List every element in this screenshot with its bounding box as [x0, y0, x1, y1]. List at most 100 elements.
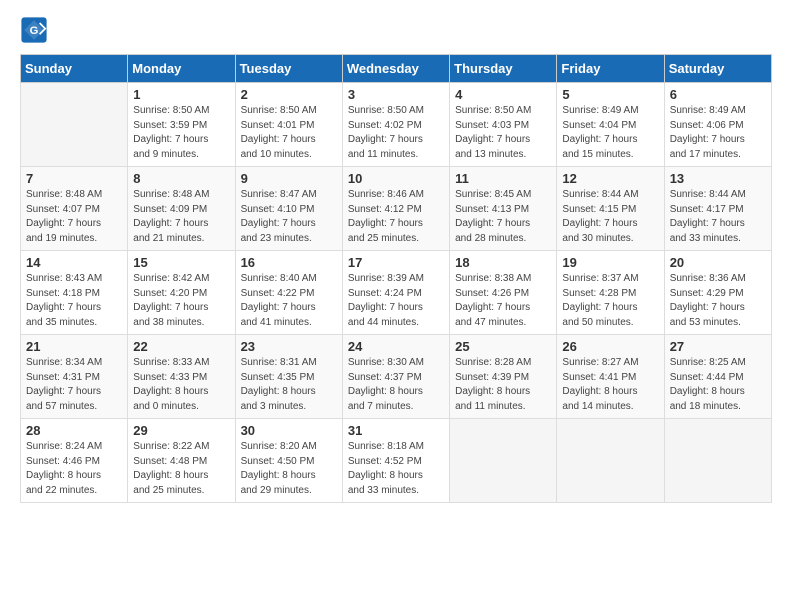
day-number: 10: [348, 171, 444, 186]
day-number: 31: [348, 423, 444, 438]
day-number: 1: [133, 87, 229, 102]
day-info: Sunrise: 8:50 AMSunset: 4:03 PMDaylight:…: [455, 104, 551, 162]
day-cell: 15Sunrise: 8:42 AMSunset: 4:20 PMDayligh…: [128, 251, 235, 335]
day-info: Sunrise: 8:37 AMSunset: 4:28 PMDaylight:…: [562, 272, 658, 330]
day-info: Sunrise: 8:44 AMSunset: 4:15 PMDaylight:…: [562, 188, 658, 246]
day-cell: 11 Sunrise: 8:45 AMSunset: 4:13 PMDayligh…: [450, 167, 557, 251]
day-number: 4: [455, 87, 551, 102]
day-info: Sunrise: 8:46 AMSunset: 4:12 PMDaylight:…: [348, 188, 444, 246]
day-cell: 1 Sunrise: 8:50 AMSunset: 3:59 PMDaylight…: [128, 83, 235, 167]
week-row-1: 1 Sunrise: 8:50 AMSunset: 3:59 PMDaylight…: [21, 83, 772, 167]
day-info: Sunrise: 8:20 AMSunset: 4:50 PMDaylight:…: [241, 440, 337, 498]
day-info: Sunrise: 8:40 AMSunset: 4:22 PMDaylight:…: [241, 272, 337, 330]
day-cell: [21, 83, 128, 167]
day-info: Sunrise: 8:48 AMSunset: 4:09 PMDaylight:…: [133, 188, 229, 246]
day-info: Sunrise: 8:28 AMSunset: 4:39 PMDaylight:…: [455, 356, 551, 414]
day-number: 26: [562, 339, 658, 354]
day-cell: 13Sunrise: 8:44 AMSunset: 4:17 PMDayligh…: [664, 167, 771, 251]
week-row-4: 21 Sunrise: 8:34 AMSunset: 4:31 PMDayligh…: [21, 335, 772, 419]
day-number: 3: [348, 87, 444, 102]
day-number: 18: [455, 255, 551, 270]
day-number: 29: [133, 423, 229, 438]
day-info: Sunrise: 8:22 AMSunset: 4:48 PMDaylight:…: [133, 440, 229, 498]
day-info: Sunrise: 8:47 AMSunset: 4:10 PMDaylight:…: [241, 188, 337, 246]
col-header-saturday: Saturday: [664, 55, 771, 83]
day-number: 28: [26, 423, 122, 438]
day-info: Sunrise: 8:31 AMSunset: 4:35 PMDaylight:…: [241, 356, 337, 414]
day-cell: 19 Sunrise: 8:37 AMSunset: 4:28 PMDayligh…: [557, 251, 664, 335]
day-cell: 2 Sunrise: 8:50 AMSunset: 4:01 PMDaylight…: [235, 83, 342, 167]
day-number: 24: [348, 339, 444, 354]
day-info: Sunrise: 8:43 AMSunset: 4:18 PMDaylight:…: [26, 272, 122, 330]
day-cell: 8Sunrise: 8:48 AMSunset: 4:09 PMDaylight…: [128, 167, 235, 251]
day-info: Sunrise: 8:27 AMSunset: 4:41 PMDaylight:…: [562, 356, 658, 414]
day-cell: [450, 419, 557, 503]
day-info: Sunrise: 8:50 AMSunset: 3:59 PMDaylight:…: [133, 104, 229, 162]
calendar-table: SundayMondayTuesdayWednesdayThursdayFrid…: [20, 54, 772, 503]
day-cell: [664, 419, 771, 503]
col-header-tuesday: Tuesday: [235, 55, 342, 83]
day-number: 6: [670, 87, 766, 102]
day-cell: 23 Sunrise: 8:31 AMSunset: 4:35 PMDayligh…: [235, 335, 342, 419]
day-cell: 27Sunrise: 8:25 AMSunset: 4:44 PMDayligh…: [664, 335, 771, 419]
day-info: Sunrise: 8:33 AMSunset: 4:33 PMDaylight:…: [133, 356, 229, 414]
day-number: 27: [670, 339, 766, 354]
week-row-2: 7 Sunrise: 8:48 AMSunset: 4:07 PMDaylight…: [21, 167, 772, 251]
day-cell: 21 Sunrise: 8:34 AMSunset: 4:31 PMDayligh…: [21, 335, 128, 419]
week-row-5: 28 Sunrise: 8:24 AMSunset: 4:46 PMDayligh…: [21, 419, 772, 503]
day-info: Sunrise: 8:49 AMSunset: 4:06 PMDaylight:…: [670, 104, 766, 162]
day-info: Sunrise: 8:34 AMSunset: 4:31 PMDaylight:…: [26, 356, 122, 414]
day-info: Sunrise: 8:36 AMSunset: 4:29 PMDaylight:…: [670, 272, 766, 330]
day-cell: 30 Sunrise: 8:20 AMSunset: 4:50 PMDayligh…: [235, 419, 342, 503]
header-row: SundayMondayTuesdayWednesdayThursdayFrid…: [21, 55, 772, 83]
day-cell: 25Sunrise: 8:28 AMSunset: 4:39 PMDayligh…: [450, 335, 557, 419]
day-info: Sunrise: 8:50 AMSunset: 4:02 PMDaylight:…: [348, 104, 444, 162]
day-number: 5: [562, 87, 658, 102]
day-number: 12: [562, 171, 658, 186]
day-info: Sunrise: 8:30 AMSunset: 4:37 PMDaylight:…: [348, 356, 444, 414]
day-number: 20: [670, 255, 766, 270]
day-number: 2: [241, 87, 337, 102]
day-cell: 9 Sunrise: 8:47 AMSunset: 4:10 PMDaylight…: [235, 167, 342, 251]
day-cell: 14Sunrise: 8:43 AMSunset: 4:18 PMDayligh…: [21, 251, 128, 335]
day-number: 21: [26, 339, 122, 354]
day-number: 23: [241, 339, 337, 354]
day-number: 22: [133, 339, 229, 354]
day-info: Sunrise: 8:42 AMSunset: 4:20 PMDaylight:…: [133, 272, 229, 330]
day-number: 19: [562, 255, 658, 270]
day-number: 30: [241, 423, 337, 438]
day-info: Sunrise: 8:49 AMSunset: 4:04 PMDaylight:…: [562, 104, 658, 162]
day-cell: 20 Sunrise: 8:36 AMSunset: 4:29 PMDayligh…: [664, 251, 771, 335]
day-info: Sunrise: 8:48 AMSunset: 4:07 PMDaylight:…: [26, 188, 122, 246]
header: G: [20, 16, 772, 44]
day-cell: 31 Sunrise: 8:18 AMSunset: 4:52 PMDayligh…: [342, 419, 449, 503]
day-number: 17: [348, 255, 444, 270]
logo: G: [20, 16, 54, 44]
col-header-friday: Friday: [557, 55, 664, 83]
day-cell: 4 Sunrise: 8:50 AMSunset: 4:03 PMDaylight…: [450, 83, 557, 167]
day-number: 13: [670, 171, 766, 186]
day-cell: 6 Sunrise: 8:49 AMSunset: 4:06 PMDaylight…: [664, 83, 771, 167]
day-cell: 22 Sunrise: 8:33 AMSunset: 4:33 PMDayligh…: [128, 335, 235, 419]
day-number: 9: [241, 171, 337, 186]
day-cell: 24 Sunrise: 8:30 AMSunset: 4:37 PMDayligh…: [342, 335, 449, 419]
page: G SundayMondayTuesdayWednesdayThursdayFr…: [0, 0, 792, 612]
col-header-thursday: Thursday: [450, 55, 557, 83]
day-cell: 17Sunrise: 8:39 AMSunset: 4:24 PMDayligh…: [342, 251, 449, 335]
day-cell: 3 Sunrise: 8:50 AMSunset: 4:02 PMDaylight…: [342, 83, 449, 167]
svg-text:G: G: [30, 25, 39, 37]
col-header-monday: Monday: [128, 55, 235, 83]
day-info: Sunrise: 8:24 AMSunset: 4:46 PMDaylight:…: [26, 440, 122, 498]
day-cell: 16Sunrise: 8:40 AMSunset: 4:22 PMDayligh…: [235, 251, 342, 335]
day-cell: 12 Sunrise: 8:44 AMSunset: 4:15 PMDayligh…: [557, 167, 664, 251]
day-info: Sunrise: 8:18 AMSunset: 4:52 PMDaylight:…: [348, 440, 444, 498]
day-cell: 28 Sunrise: 8:24 AMSunset: 4:46 PMDayligh…: [21, 419, 128, 503]
day-info: Sunrise: 8:45 AMSunset: 4:13 PMDaylight:…: [455, 188, 551, 246]
day-cell: 7 Sunrise: 8:48 AMSunset: 4:07 PMDaylight…: [21, 167, 128, 251]
day-cell: 18Sunrise: 8:38 AMSunset: 4:26 PMDayligh…: [450, 251, 557, 335]
day-number: 7: [26, 171, 122, 186]
day-info: Sunrise: 8:50 AMSunset: 4:01 PMDaylight:…: [241, 104, 337, 162]
day-number: 11: [455, 171, 551, 186]
day-cell: 5 Sunrise: 8:49 AMSunset: 4:04 PMDaylight…: [557, 83, 664, 167]
day-cell: 10 Sunrise: 8:46 AMSunset: 4:12 PMDayligh…: [342, 167, 449, 251]
